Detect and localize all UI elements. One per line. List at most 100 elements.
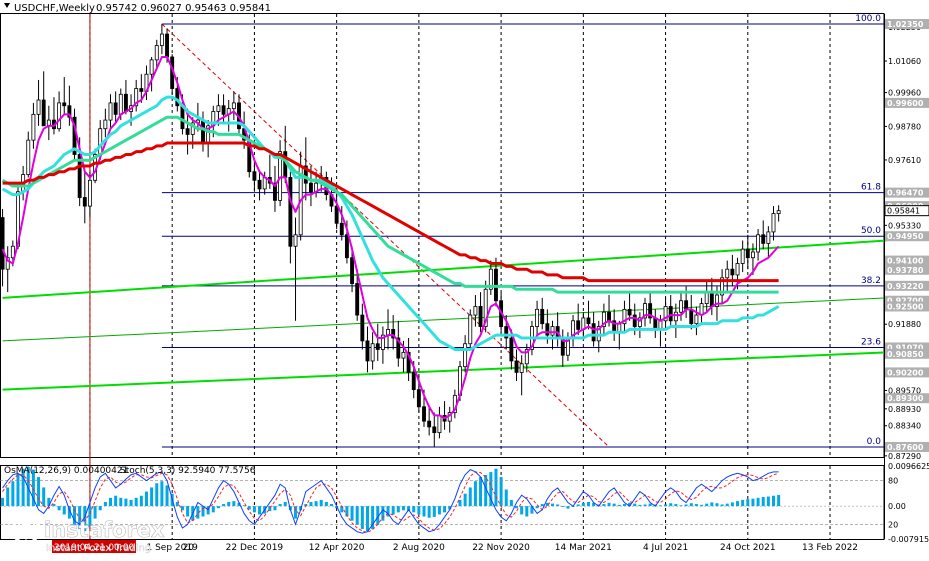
osma-bar bbox=[119, 497, 123, 507]
chart-canvas[interactable]: 100.061.850.038.223.60.0 1.022501.010600… bbox=[0, 0, 929, 557]
osma-bar bbox=[412, 506, 416, 513]
ohlc-values: 0.95742 0.96027 0.95463 0.95841 bbox=[96, 3, 271, 14]
osma-bar bbox=[427, 506, 431, 518]
osma-bar bbox=[227, 501, 231, 507]
osma-bar bbox=[443, 506, 447, 513]
fib-level-label: 0.0 bbox=[867, 437, 882, 447]
osma-bar bbox=[242, 505, 246, 507]
osma-bar bbox=[736, 501, 740, 507]
osma-bar bbox=[674, 504, 678, 507]
candle-body bbox=[730, 268, 735, 276]
price-level-tag-label: 0.90200 bbox=[887, 368, 924, 377]
candle-body bbox=[293, 234, 298, 247]
candle-body bbox=[26, 139, 31, 175]
price-tick-label: 0.99960 bbox=[888, 89, 921, 98]
price-level-tag-label: 1.02350 bbox=[887, 20, 924, 29]
candle-body bbox=[463, 343, 468, 368]
osma-bar bbox=[468, 487, 472, 507]
price-tick-label: 0.91880 bbox=[888, 320, 921, 329]
price-level-tag-label: 0.89300 bbox=[887, 394, 924, 403]
candle-body bbox=[57, 102, 62, 130]
osma-bar bbox=[607, 502, 611, 507]
price-level-tag-label: 0.99600 bbox=[887, 99, 924, 108]
price-level-tag-label: 0.93780 bbox=[887, 266, 924, 275]
osma-bar bbox=[658, 505, 662, 507]
osma-bar bbox=[515, 506, 519, 509]
price-tick-label: 0.95330 bbox=[888, 221, 921, 230]
osma-bar bbox=[705, 503, 709, 507]
candle-body bbox=[761, 234, 766, 244]
osma-axis-label: 0.0096625 bbox=[888, 462, 929, 471]
candle-body bbox=[437, 415, 442, 434]
candle-body bbox=[165, 33, 169, 58]
time-axis-label: 1 Sep 2019 bbox=[147, 543, 199, 553]
candle-body bbox=[375, 343, 380, 350]
candle-body bbox=[411, 372, 416, 391]
osma-bar bbox=[540, 504, 544, 507]
candle-body bbox=[771, 213, 776, 233]
osma-bar bbox=[777, 494, 781, 507]
candle-body bbox=[468, 314, 473, 345]
price-level-tag-label: 0.94950 bbox=[887, 232, 924, 241]
osma-bar bbox=[129, 499, 133, 507]
osma-bar bbox=[586, 501, 590, 507]
osma-bar bbox=[766, 496, 770, 507]
osma-bar bbox=[150, 487, 154, 507]
osma-bar bbox=[561, 506, 565, 507]
candle-body bbox=[108, 102, 113, 121]
osma-bar bbox=[365, 506, 369, 532]
osma-bar bbox=[144, 491, 148, 507]
candle-body bbox=[509, 337, 514, 362]
candle-body bbox=[473, 306, 478, 316]
osma-bar bbox=[283, 501, 287, 507]
osma-bar bbox=[664, 504, 668, 507]
osma-bar bbox=[463, 493, 467, 507]
osma-bar bbox=[710, 502, 714, 507]
candle-body bbox=[540, 308, 545, 325]
osma-bar bbox=[360, 506, 364, 529]
osma-bar bbox=[689, 503, 693, 507]
candle-body bbox=[751, 251, 755, 259]
osma-bar bbox=[222, 504, 226, 507]
stoch-label: Stoch(5,3,3) 92.5940 77.5756 bbox=[120, 466, 256, 476]
candle-body bbox=[118, 93, 123, 115]
candle-body bbox=[776, 210, 781, 214]
candle-body bbox=[576, 320, 581, 330]
osma-bar bbox=[211, 506, 215, 513]
fib-level-label: 50.0 bbox=[861, 226, 881, 236]
indicator-header: OsMA(12,26,9) 0.00400421 Stoch(5,3,3) 92… bbox=[4, 466, 256, 476]
price-tick-label: 0.88930 bbox=[888, 405, 921, 414]
watermark-brand: instaforex bbox=[44, 518, 165, 542]
candle-body bbox=[545, 323, 550, 336]
osma-bar bbox=[700, 504, 704, 507]
stoch-level-label: 20 bbox=[888, 520, 898, 529]
osma-bar bbox=[57, 506, 61, 511]
candle-body bbox=[432, 426, 437, 434]
osma-bar bbox=[273, 506, 277, 511]
osma-bar bbox=[458, 499, 462, 507]
candle-body bbox=[82, 197, 87, 207]
candle-body bbox=[535, 308, 540, 327]
candle-body bbox=[416, 389, 421, 408]
candle-body bbox=[684, 300, 689, 310]
candle-body bbox=[62, 102, 67, 107]
candle-body bbox=[350, 257, 354, 284]
candle-body bbox=[370, 343, 375, 362]
osma-bar bbox=[551, 503, 554, 507]
osma-bar bbox=[499, 477, 503, 507]
osma-bar bbox=[396, 506, 400, 513]
candle-body bbox=[694, 314, 699, 325]
candle-body bbox=[478, 306, 483, 327]
osma-bar bbox=[746, 499, 750, 507]
osma-bar bbox=[401, 506, 405, 511]
price-level-tag-label: 0.96470 bbox=[887, 189, 924, 198]
candle-body bbox=[139, 88, 144, 92]
osma-bar bbox=[417, 506, 421, 515]
osma-bar bbox=[638, 504, 642, 507]
time-axis-label: 14 Mar 2021 bbox=[555, 543, 612, 553]
osma-bar bbox=[741, 499, 745, 507]
candle-body bbox=[288, 177, 293, 247]
time-axis-label: 12 Apr 2020 bbox=[309, 543, 365, 553]
candle-body bbox=[591, 323, 596, 342]
osma-bar bbox=[576, 504, 580, 507]
